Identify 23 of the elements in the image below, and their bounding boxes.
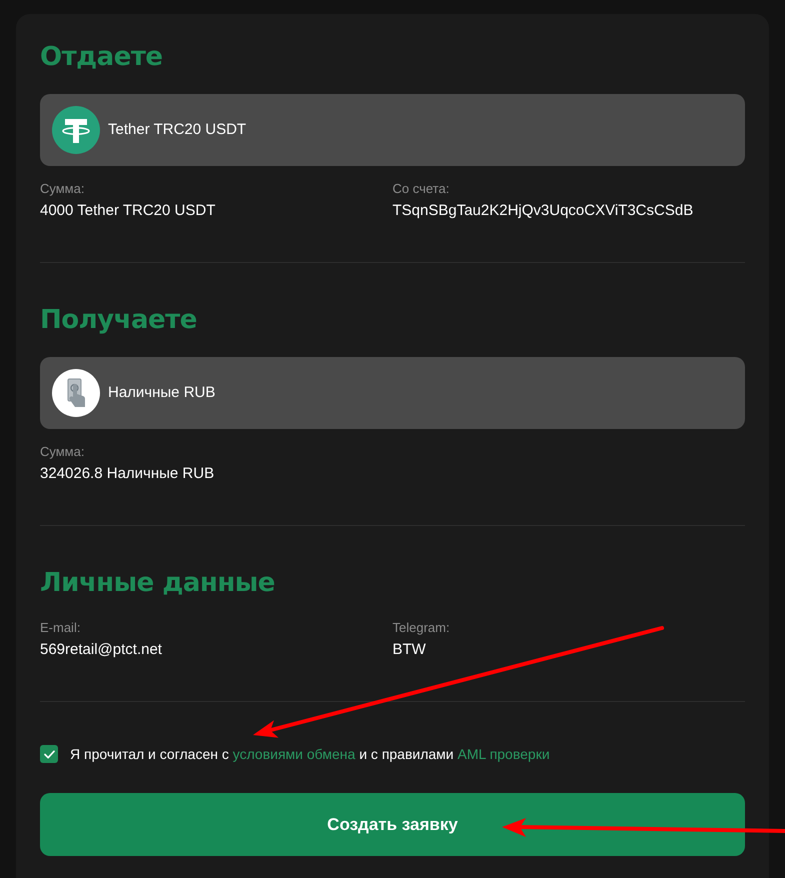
field-value: TSqnSBgTau2K2HjQv3UqcoCXViT3CsCSdB bbox=[392, 201, 694, 221]
field-value: 324026.8 Наличные RUB bbox=[40, 464, 216, 484]
section-heading: Отдаете bbox=[40, 41, 164, 73]
create-request-button[interactable]: Создать заявку bbox=[40, 793, 745, 856]
field-value: BTW bbox=[392, 640, 427, 660]
field-label: E-mail: bbox=[40, 619, 82, 637]
currency-selector[interactable]: Tether TRC20 USDT bbox=[40, 94, 745, 166]
currency-selector[interactable]: Наличные RUB bbox=[40, 357, 745, 429]
tether-coin-icon bbox=[52, 106, 100, 154]
rules-link[interactable]: AML проверки bbox=[458, 746, 550, 762]
agreement-text: Я прочитал и согласен с условиями обмена и с правилами AML проверки bbox=[70, 745, 550, 764]
checkmark-icon bbox=[44, 750, 54, 758]
field-value: 569retail@ptct.net bbox=[40, 640, 163, 660]
agreement-checkbox[interactable] bbox=[40, 745, 58, 763]
rules-link[interactable]: условиями обмена bbox=[232, 746, 356, 762]
field-label: Telegram: bbox=[392, 619, 451, 637]
section-heading: Личные данные bbox=[40, 567, 276, 599]
section-heading: Получаете bbox=[40, 304, 198, 336]
hand-holding-bill-icon bbox=[52, 369, 100, 417]
field-label: Сумма: bbox=[40, 443, 86, 461]
field-label: Сумма: bbox=[40, 180, 86, 198]
field-value: 4000 Tether TRC20 USDT bbox=[40, 201, 216, 221]
field-label: Со счета: bbox=[392, 180, 450, 198]
